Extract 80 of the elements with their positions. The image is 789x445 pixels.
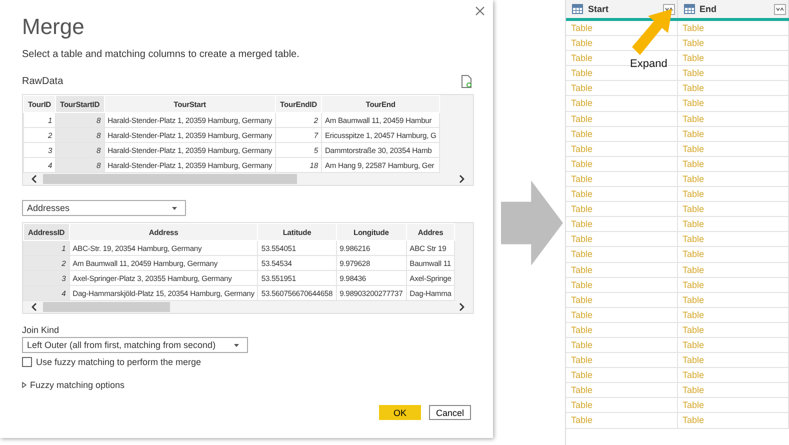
table-link[interactable]: Table	[682, 294, 704, 305]
table-link[interactable]: Table	[682, 400, 704, 410]
table-link[interactable]: Table	[682, 23, 704, 33]
table-link[interactable]: Table	[571, 355, 593, 366]
table-link[interactable]: Table	[571, 324, 593, 335]
table-link[interactable]: Table	[571, 340, 593, 350]
table-link[interactable]: Table	[682, 174, 704, 184]
table-link[interactable]: Table	[571, 38, 593, 48]
table-name: RawData	[22, 76, 64, 86]
table-link[interactable]: Table	[682, 128, 704, 139]
table-link[interactable]: Table	[571, 158, 593, 169]
table-link[interactable]: Table	[571, 280, 593, 290]
table-link[interactable]: Table	[682, 68, 704, 78]
table-link[interactable]: Table	[571, 249, 593, 260]
column-header[interactable]: Start	[588, 4, 609, 14]
close-icon[interactable]	[475, 6, 485, 16]
table-link[interactable]: Table	[682, 355, 704, 366]
table-link[interactable]: Table	[682, 280, 704, 290]
column-header[interactable]: End	[700, 4, 716, 14]
table-link[interactable]: Table	[571, 219, 593, 230]
chevron-left-icon[interactable]	[31, 175, 37, 183]
expand-icon[interactable]	[774, 4, 786, 14]
table-link[interactable]: Table	[571, 83, 593, 94]
table-link[interactable]: Table	[682, 385, 704, 396]
table-link[interactable]: Table	[682, 158, 704, 169]
cancel-button[interactable]: Cancel	[429, 405, 471, 420]
chevron-right-icon[interactable]	[459, 175, 465, 183]
table-link[interactable]: Table	[682, 370, 704, 380]
chevron-right-icon[interactable]	[459, 303, 465, 311]
fuzzy-options-toggle[interactable]: Fuzzy matching options	[22, 380, 125, 390]
table-link[interactable]: Table	[682, 264, 704, 274]
caret-icon	[234, 344, 239, 346]
table-link[interactable]: Table	[682, 83, 704, 94]
table-link[interactable]: Table	[571, 415, 593, 426]
table-link[interactable]: Table	[571, 53, 593, 64]
join-kind-label: Join Kind	[22, 325, 60, 335]
checkbox-label: Use fuzzy matching to perform the merge	[36, 357, 202, 367]
table-link[interactable]: Table	[571, 310, 593, 320]
dialog-description: Select a table and matching columns to create a merged table.	[22, 49, 300, 60]
table-icon	[684, 4, 694, 14]
table-link[interactable]: Table	[571, 174, 593, 184]
table-link[interactable]: Table	[571, 144, 593, 154]
caret-icon	[172, 206, 177, 210]
table-link[interactable]: Table	[571, 98, 593, 108]
table-link[interactable]: Table	[682, 249, 704, 260]
table-link[interactable]: Table	[571, 400, 593, 410]
table-link[interactable]: Table	[682, 114, 704, 124]
join-kind-dropdown[interactable]: Left Outer (all from first, matching from second)	[22, 337, 248, 353]
table-link[interactable]: Table	[682, 204, 704, 214]
table-link[interactable]: Table	[571, 385, 593, 396]
pointer-arrow-icon	[632, 9, 672, 55]
table-link[interactable]: Table	[682, 98, 704, 108]
table-link[interactable]: Table	[571, 204, 593, 214]
table-link[interactable]: Table	[571, 23, 593, 33]
dialog-title: Merge	[22, 14, 86, 40]
table-link[interactable]: Table	[682, 53, 704, 64]
table-link[interactable]: Table	[571, 189, 593, 200]
table-link[interactable]: Table	[571, 128, 593, 139]
ok-button[interactable]: OK	[379, 405, 421, 420]
table-link[interactable]: Table	[571, 370, 593, 380]
table-link[interactable]: Table	[682, 144, 704, 154]
table-link[interactable]: Table	[682, 324, 704, 335]
checkbox[interactable]	[22, 357, 32, 367]
table-dropdown[interactable]: Addresses	[22, 200, 186, 216]
table-link[interactable]: Table	[682, 415, 704, 426]
table-link[interactable]: Table	[571, 68, 593, 78]
table-link[interactable]: Table	[571, 114, 593, 124]
table-link[interactable]: Table	[682, 38, 704, 48]
table-link[interactable]: Table	[682, 340, 704, 350]
table-link[interactable]: Table	[571, 234, 593, 244]
table-link[interactable]: Table	[682, 189, 704, 200]
table-link[interactable]: Table	[682, 234, 704, 244]
document-icon[interactable]	[461, 74, 472, 88]
table-link[interactable]: Table	[682, 310, 704, 320]
table-icon	[572, 4, 583, 14]
table-link[interactable]: Table	[682, 219, 704, 230]
chevron-left-icon[interactable]	[31, 303, 37, 311]
table-link[interactable]: Table	[571, 294, 593, 305]
annotation-label: Expand	[630, 58, 668, 70]
table-link[interactable]: Table	[571, 264, 593, 274]
